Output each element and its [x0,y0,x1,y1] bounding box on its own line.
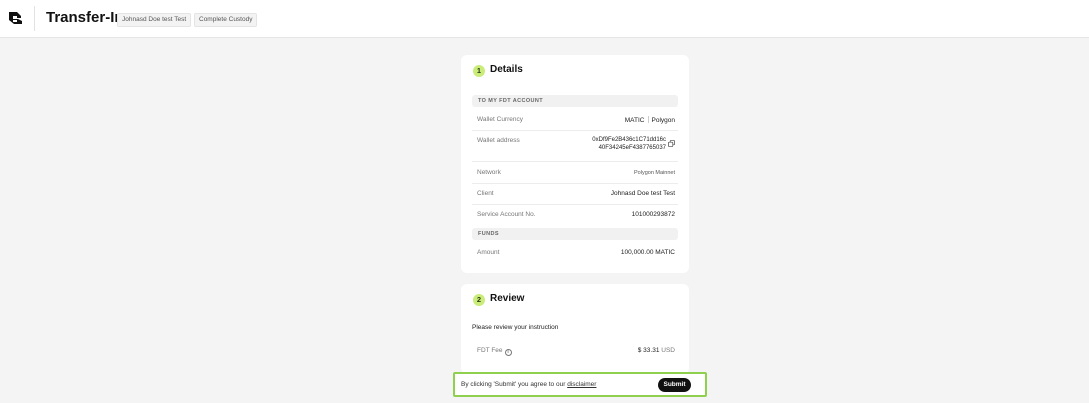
fee-label: FDT Fee [477,347,503,354]
submit-button[interactable]: Submit [658,378,691,392]
address-line-2: 40F34245eF4387765037 [598,145,666,151]
submit-bar: By clicking 'Submit' you agree to our di… [453,372,707,397]
details-title: Details [490,64,523,75]
row-label: Network [477,169,501,176]
row-label: Wallet address [477,137,520,144]
client-value: Johnasd Doe test Test [610,190,675,197]
currency-value: MATIC [624,117,645,124]
top-bar: Transfer-In Johnasd Doe test Test Comple… [0,0,1089,38]
company-logo-icon[interactable] [8,10,24,26]
details-card: 1 Details TO MY FDT ACCOUNT Wallet Curre… [461,55,689,273]
disclaimer-text: By clicking 'Submit' you agree to our di… [461,381,596,388]
row-value: MATIC Polygon [625,116,675,124]
client-badge: Johnasd Doe test Test [117,13,192,27]
row-label: Service Account No. [477,211,536,218]
row-wallet-address: Wallet address 0xDf9Fe2B436c1C71dd16c 40… [472,131,678,162]
review-title: Review [490,293,525,304]
review-card: 2 Review Please review your instruction … [461,284,689,374]
row-label: Amount [477,249,500,256]
fee-value: $ 33.31 [637,347,660,354]
fee-label-group: FDT Fee i [477,347,512,356]
service-account-value: 101000293872 [631,211,675,218]
row-service-account: Service Account No. 101000293872 [472,205,678,225]
row-label: Client [477,190,494,197]
row-network: Network Polygon Mainnet [472,162,678,184]
section-header-account: TO MY FDT ACCOUNT [472,95,678,107]
wallet-address-value: 0xDf9Fe2B436c1C71dd16c 40F34245eF4387765… [592,136,666,152]
disclaimer-prefix: By clicking 'Submit' you agree to our [461,381,566,388]
value-divider [647,116,649,123]
copy-icon[interactable] [668,140,675,147]
page-title: Transfer-In [46,9,124,26]
row-fdt-fee: FDT Fee i $ 33.31 USD [472,344,678,360]
disclaimer-link[interactable]: disclaimer [567,381,596,388]
currency-chain: Polygon [651,117,676,124]
amount-value: 100,000.00 MATIC [620,249,675,256]
row-label: Wallet Currency [477,116,523,123]
step-number-badge: 1 [473,65,485,77]
step-number-badge: 2 [473,294,485,306]
address-line-1: 0xDf9Fe2B436c1C71dd16c [592,137,666,143]
review-instruction: Please review your instruction [472,324,559,331]
header-divider [34,6,35,31]
fee-currency: USD [661,347,675,354]
info-icon[interactable]: i [504,349,512,356]
row-wallet-currency: Wallet Currency MATIC Polygon [472,110,678,131]
row-amount: Amount 100,000.00 MATIC [472,243,678,263]
custody-badge: Complete Custody [194,13,258,27]
section-header-funds: FUNDS [472,228,678,240]
network-value: Polygon Mainnet [634,170,675,176]
fee-value-group: $ 33.31 USD [638,347,675,354]
row-client: Client Johnasd Doe test Test [472,184,678,205]
